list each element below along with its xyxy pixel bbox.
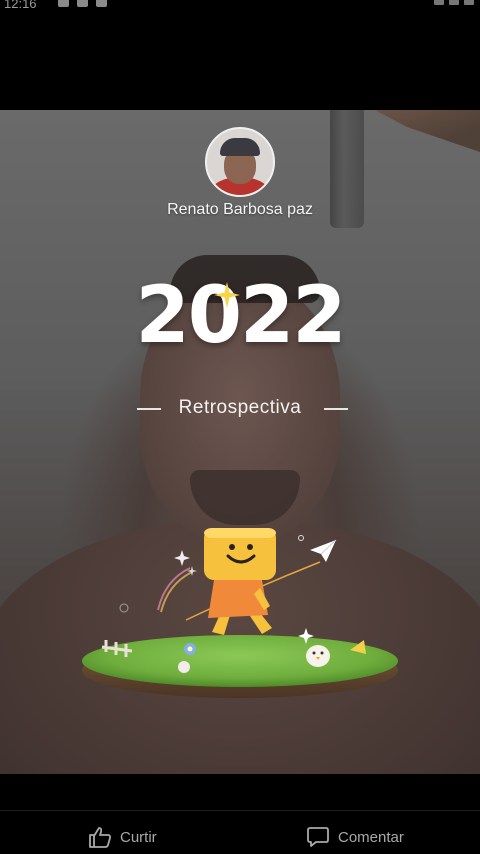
status-time: 12:16 xyxy=(4,0,37,11)
image-icon xyxy=(58,0,69,7)
story-viewer[interactable]: Renato Barbosa paz 2022 Retrospectiva xyxy=(0,110,480,774)
wifi-icon xyxy=(434,0,444,5)
notification-icons xyxy=(58,0,107,7)
background-wood xyxy=(375,110,480,152)
like-button[interactable]: Curtir xyxy=(88,826,157,848)
user-name[interactable]: Renato Barbosa paz xyxy=(0,201,480,219)
comment-button[interactable]: Comentar xyxy=(306,826,404,848)
background-person-torso xyxy=(0,520,480,774)
youtube-icon xyxy=(96,0,107,7)
year-title: 2022 xyxy=(135,271,346,361)
action-bar: Curtir Comentar xyxy=(0,774,480,854)
battery-icon xyxy=(464,0,474,5)
like-label: Curtir xyxy=(120,828,157,846)
comment-label: Comentar xyxy=(338,828,404,846)
comment-icon xyxy=(307,827,329,847)
sparkle-icon xyxy=(214,282,240,308)
subtitle-line-right xyxy=(324,408,348,410)
system-icons xyxy=(434,0,474,5)
avatar[interactable] xyxy=(205,127,275,197)
avatar-cap xyxy=(220,138,260,156)
status-bar: 12:16 xyxy=(0,0,480,14)
app-icon xyxy=(77,0,88,7)
action-divider xyxy=(0,810,480,811)
like-icon xyxy=(89,827,111,848)
subtitle: Retrospectiva xyxy=(178,397,302,418)
signal-icon xyxy=(449,0,459,5)
